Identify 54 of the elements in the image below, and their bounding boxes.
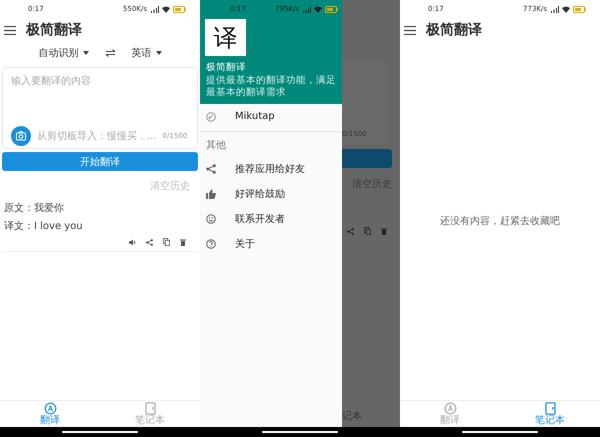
- wifi-icon: [314, 6, 322, 12]
- signal-icon: [150, 6, 159, 12]
- copy-icon[interactable]: [163, 238, 170, 246]
- clear-history-button[interactable]: 清空历史: [150, 179, 190, 193]
- help-icon: [206, 238, 216, 248]
- translate-icon: [44, 402, 56, 415]
- nav-tab[interactable]: 笔记本: [500, 401, 600, 427]
- empty-state-message: 还没有内容，赶紧去收藏吧: [440, 214, 560, 228]
- app-logo: 译: [205, 19, 246, 56]
- share-icon: [347, 228, 354, 234]
- drawer-menu-item[interactable]: 推荐应用给好友: [200, 156, 342, 181]
- battery-icon: [325, 6, 338, 12]
- menu-icon[interactable]: [4, 26, 16, 34]
- signal-icon: [302, 6, 311, 12]
- translated-text: 译文：I love you: [4, 220, 84, 233]
- notebook-icon: [144, 402, 156, 415]
- drawer-menu-item[interactable]: 关于: [200, 231, 342, 256]
- signal-icon: [550, 6, 559, 12]
- wifi-icon: [162, 6, 170, 12]
- source-language-dropdown[interactable]: 自动识别: [38, 46, 88, 60]
- translate-icon: [444, 402, 456, 415]
- translate-button[interactable]: 开始翻译: [2, 152, 198, 171]
- nav-tab[interactable]: 翻译: [400, 401, 500, 427]
- share-icon[interactable]: [146, 238, 153, 246]
- delete-icon[interactable]: [180, 238, 186, 246]
- share-icon: [206, 164, 216, 174]
- drawer-menu-item[interactable]: 好评给鼓励: [200, 181, 342, 206]
- speaker-icon[interactable]: [129, 238, 136, 246]
- camera-button[interactable]: [11, 126, 31, 146]
- dropdown-caret-icon: [82, 51, 88, 55]
- nav-tab[interactable]: 笔记本: [100, 401, 200, 427]
- drawer-menu-item[interactable]: Mikutap: [200, 104, 342, 129]
- battery-icon: [573, 6, 586, 12]
- source-text: 原文：我爱你: [4, 202, 65, 215]
- menu-icon[interactable]: [404, 26, 416, 34]
- smiley-icon: [206, 214, 216, 224]
- swap-icon[interactable]: [104, 49, 116, 57]
- drawer-menu-item[interactable]: 联系开发者: [200, 206, 342, 231]
- delete-icon: [381, 228, 387, 234]
- nav-tab[interactable]: 翻译: [0, 401, 100, 427]
- music-disc-icon: [206, 112, 216, 122]
- dropdown-caret-icon: [156, 51, 162, 55]
- app-title: 极简翻译: [426, 21, 482, 39]
- drawer-section-title: 其他: [205, 138, 227, 152]
- notebook-icon: [544, 402, 556, 415]
- battery-icon: [173, 6, 186, 12]
- app-title: 极简翻译: [26, 21, 82, 39]
- drawer-app-name: 极简翻译: [206, 61, 247, 74]
- drawer-description: 提供最基本的翻译功能，满足最基本的翻译需求: [206, 75, 337, 99]
- thumbs-up-icon: [206, 188, 216, 198]
- clipboard-import-link[interactable]: 从剪切板导入：慢慢买，...: [37, 129, 157, 143]
- wifi-icon: [562, 6, 570, 12]
- copy-icon: [364, 227, 371, 235]
- target-language-dropdown[interactable]: 英语: [132, 46, 162, 60]
